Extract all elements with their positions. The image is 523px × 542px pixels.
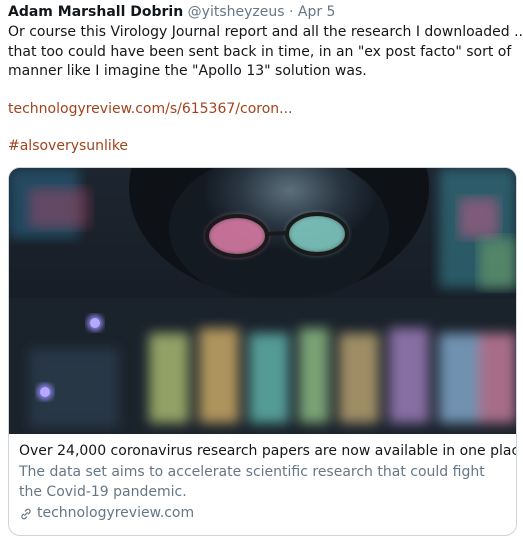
card-domain: technologyreview.com bbox=[19, 504, 509, 523]
author-name[interactable]: Adam Marshall Dobrin bbox=[8, 4, 183, 20]
card-description: The data set aims to accelerate scientif… bbox=[19, 464, 485, 500]
card-text: Over 24,000 coronavirus research papers … bbox=[19, 442, 517, 523]
tweet-text-line: Or course this Virology Journal report a… bbox=[8, 24, 523, 40]
tweet-url-link[interactable]: technologyreview.com/s/615367/coron... bbox=[8, 101, 293, 117]
author-handle[interactable]: @yitsheyzeus bbox=[188, 4, 285, 20]
tweet-header: Adam Marshall Dobrin @yitsheyzeus · Apr … bbox=[8, 3, 335, 21]
link-icon bbox=[21, 508, 31, 519]
tweet-text-line: that too could have been sent back in ti… bbox=[8, 43, 512, 60]
card-title: Over 24,000 coronavirus research papers … bbox=[19, 443, 517, 459]
tweet-body: Or course this Virology Journal report a… bbox=[8, 23, 523, 157]
header-separator: · bbox=[288, 4, 294, 20]
card-photo-svg bbox=[9, 168, 516, 434]
tweet[interactable]: Adam Marshall Dobrin @yitsheyzeus · Apr … bbox=[0, 0, 523, 542]
tweet-text-line: manner like I imagine the "Apollo 13" so… bbox=[8, 63, 367, 79]
researcher-at-screens-photo[interactable] bbox=[9, 168, 516, 434]
tweet-date[interactable]: Apr 5 bbox=[298, 4, 336, 20]
card-domain-text: technologyreview.com bbox=[37, 505, 195, 521]
link-preview-card[interactable]: Over 24,000 coronavirus research papers … bbox=[8, 167, 517, 536]
hashtag-link[interactable]: #alsoverysunlike bbox=[8, 138, 128, 154]
